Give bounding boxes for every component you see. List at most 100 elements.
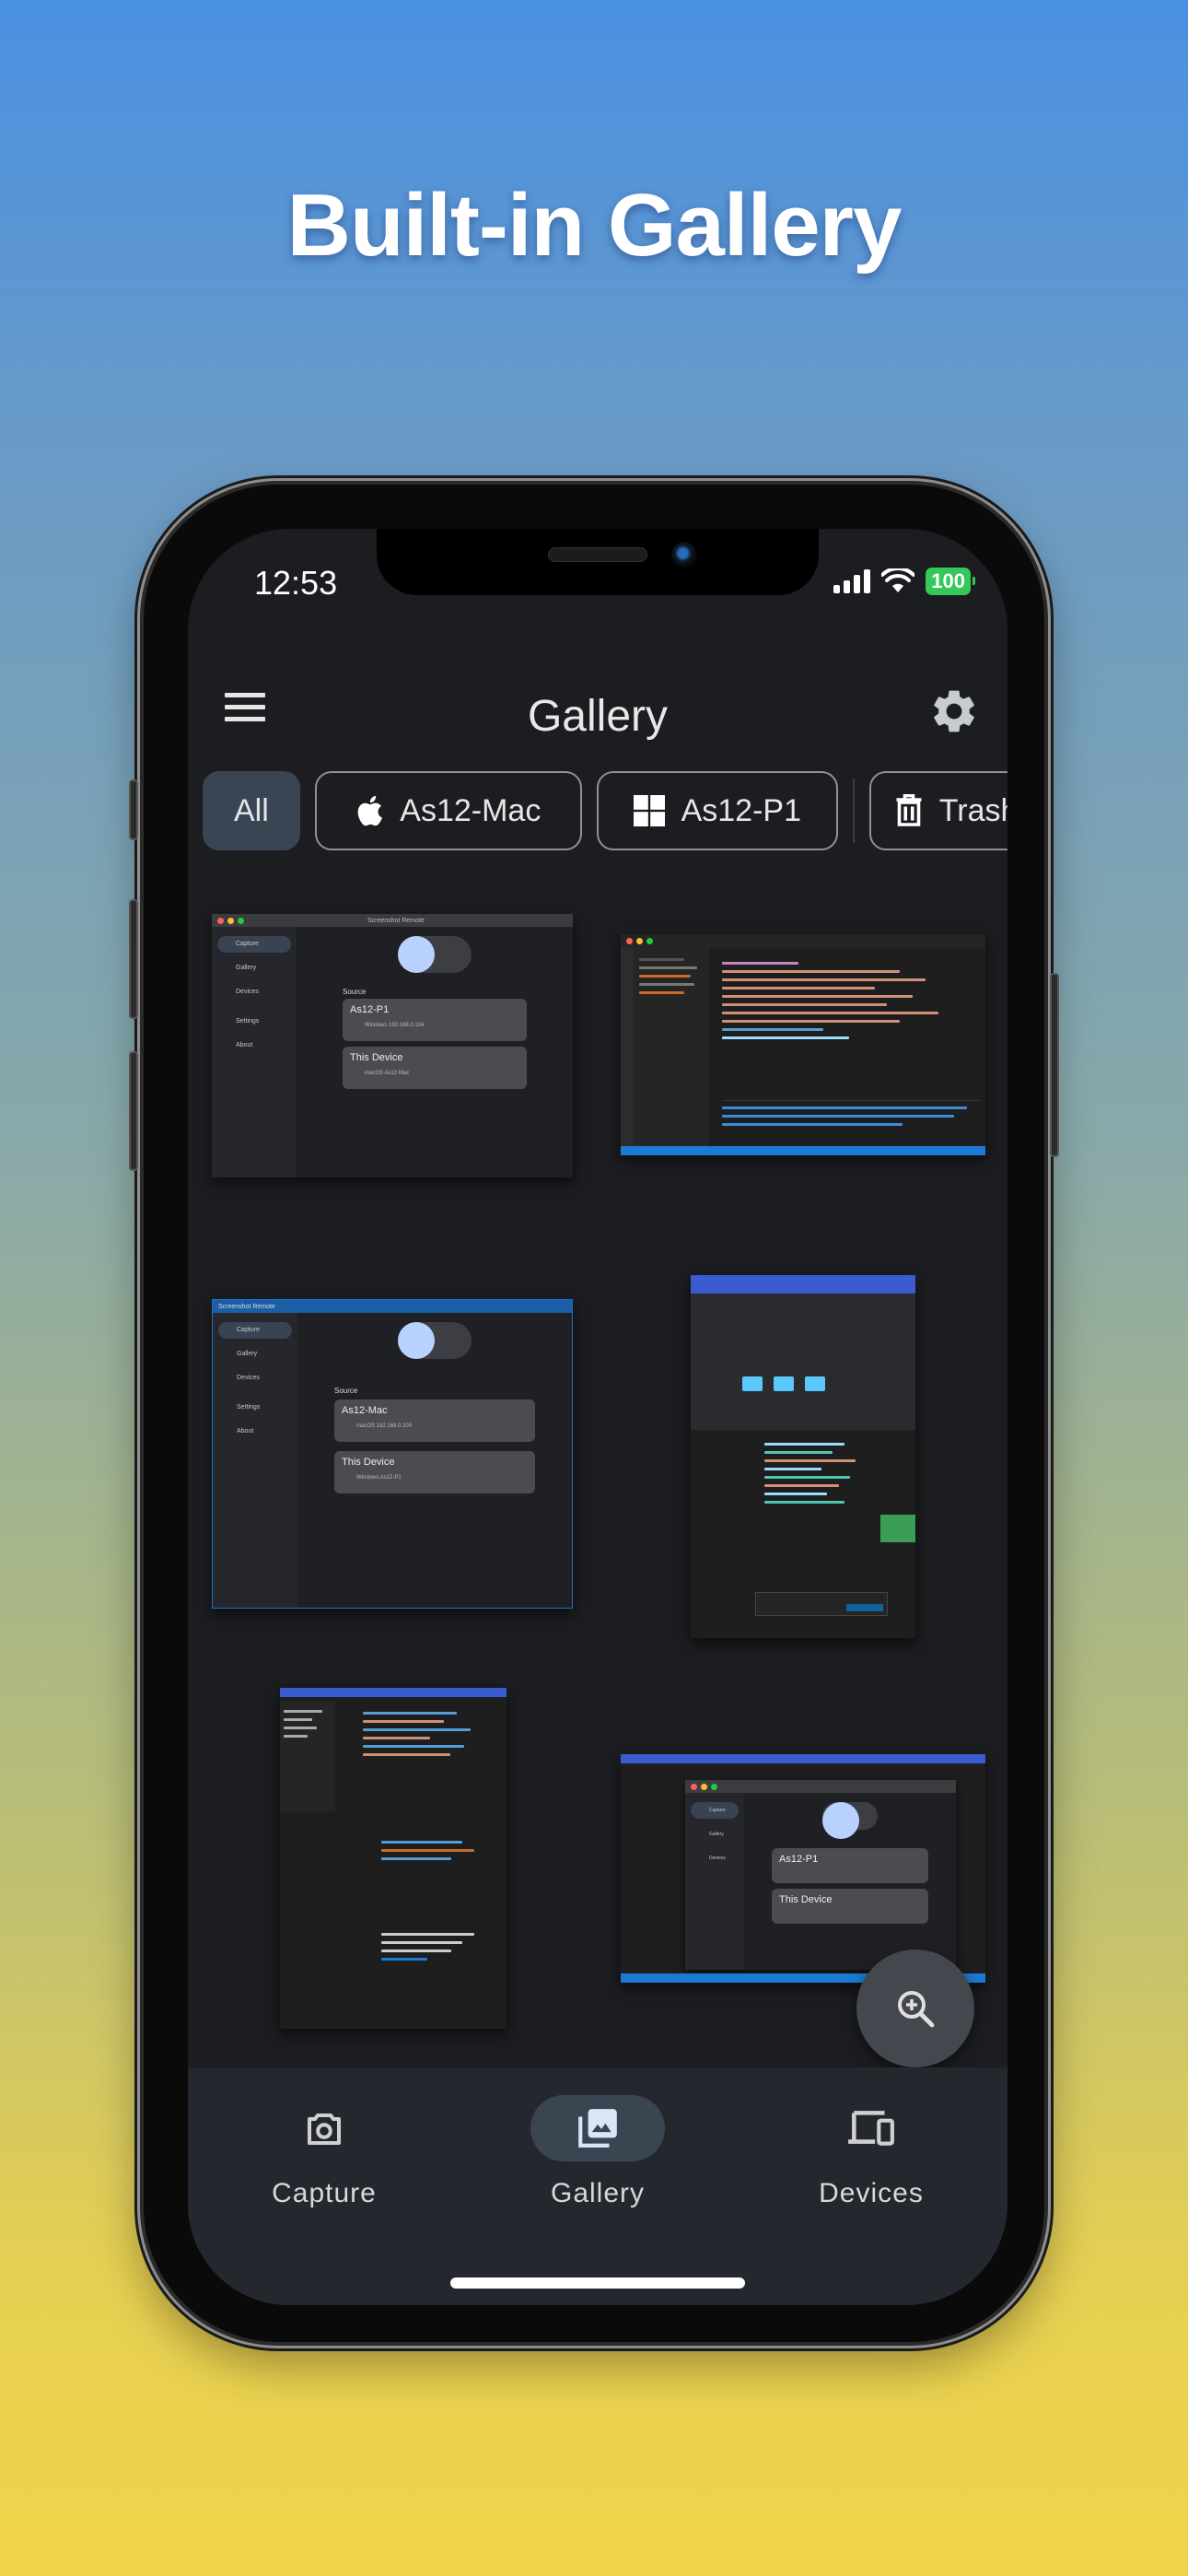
mini-main: Source As12-P1 Windows 192.168.0.104 Thi… [297, 927, 573, 1177]
speaker-grille [548, 547, 647, 562]
nav-label: Capture [272, 2178, 377, 2208]
filter-chip-as12-p1[interactable]: As12-P1 [596, 771, 838, 850]
source-card: This Device macOS As12-Mac [343, 1047, 527, 1089]
editor-statusbar [621, 1146, 985, 1155]
explorer-panel [280, 1701, 335, 1811]
filter-chip-as12-mac[interactable]: As12-Mac [314, 771, 582, 850]
source-card: As12-P1 Windows 192.168.0.104 [343, 999, 527, 1041]
source-label: Source [343, 988, 367, 996]
image-preview [880, 1515, 915, 1542]
volume-down-button [129, 1051, 138, 1171]
app-window: Capture Gallery Devices As12-P1 This Dev… [685, 1780, 956, 1970]
activity-bar [621, 947, 634, 1146]
debug-console [722, 1100, 980, 1141]
nav-label: Devices [819, 2178, 924, 2208]
window-title: Screenshot Remote [367, 917, 425, 924]
trash-icon [896, 794, 922, 826]
mini-sidebar: Capture Gallery Devices Settings About [213, 1313, 297, 1608]
mac-menubar [621, 1754, 985, 1763]
source-label: Source [334, 1387, 358, 1395]
mini-nav-gallery: Gallery [709, 1832, 724, 1837]
mute-switch [129, 779, 138, 840]
mini-main: Source As12-Mac macOS 192.168.0.100 This… [297, 1313, 572, 1608]
capture-mode-toggle [822, 1802, 878, 1839]
capture-mode-toggle [398, 936, 472, 973]
card-name: This Device [342, 1457, 395, 1468]
mini-nav-capture: Capture [691, 1802, 739, 1819]
mac-menubar [280, 1688, 507, 1697]
gallery-item[interactable]: Screenshot Remote Capture Gallery Device… [212, 914, 573, 1177]
front-camera [671, 542, 697, 568]
mac-menubar [691, 1275, 915, 1294]
windows-icon [633, 795, 665, 826]
bottom-navigation: Capture Gallery Devices [188, 2067, 1007, 2305]
notification-toast [755, 1592, 888, 1616]
source-card: This Device Windows As12-P1 [334, 1451, 535, 1493]
filter-chip-trash[interactable]: Trash [868, 771, 1007, 850]
zoom-in-icon [898, 1991, 935, 2028]
window-titlebar [621, 934, 985, 947]
home-indicator[interactable] [450, 2277, 745, 2289]
mini-nav-gallery: Gallery [236, 965, 257, 971]
devices-icon [848, 2111, 894, 2146]
mini-nav-about: About [237, 1428, 254, 1434]
status-icons: 100 [833, 568, 975, 595]
cellular-signal-icon [833, 569, 871, 593]
nav-label: Gallery [550, 2178, 646, 2208]
mini-nav-gallery: Gallery [237, 1351, 258, 1357]
battery-indicator: 100 [926, 568, 975, 595]
volume-up-button [129, 899, 138, 1019]
gallery-item[interactable] [280, 1688, 507, 2029]
card-name: As12-P1 [350, 1004, 390, 1015]
window-titlebar: Screenshot Remote [213, 1300, 572, 1313]
mini-nav-about: About [236, 1042, 253, 1048]
gear-icon[interactable] [928, 685, 980, 737]
camera-icon [308, 2113, 341, 2145]
nav-gallery[interactable]: Gallery [496, 2095, 699, 2209]
photo-library-icon [578, 2109, 617, 2148]
card-name: As12-Mac [342, 1405, 388, 1416]
window-title: Screenshot Remote [218, 1303, 275, 1310]
mini-nav-settings: Settings [237, 1404, 261, 1411]
promo-title: Built-in Gallery [286, 176, 903, 275]
chip-label: Trash [938, 792, 1007, 828]
gallery-item[interactable]: Capture Gallery Devices As12-P1 This Dev… [621, 1754, 985, 1983]
mini-main: As12-P1 This Device [744, 1793, 956, 1970]
mini-nav-devices: Devices [237, 1375, 260, 1381]
nav-capture[interactable]: Capture [223, 2095, 425, 2209]
mini-nav-capture: Capture [217, 936, 291, 953]
gallery-item[interactable] [621, 934, 985, 1155]
apple-icon [357, 795, 383, 826]
mini-sidebar: Capture Gallery Devices [685, 1793, 744, 1970]
search-panel [634, 947, 709, 1146]
zoom-in-button[interactable] [856, 1950, 974, 2067]
terminal [381, 1927, 497, 1966]
capture-mode-toggle [398, 1322, 472, 1359]
card-name: This Device [350, 1052, 403, 1063]
nav-devices[interactable]: Devices [770, 2095, 973, 2209]
window-titlebar [685, 1780, 956, 1793]
source-card: As12-Mac macOS 192.168.0.100 [334, 1399, 535, 1442]
notch [377, 529, 819, 595]
code-area [764, 1437, 879, 1509]
wifi-icon [881, 568, 915, 592]
code-area [722, 956, 976, 1095]
chip-divider [852, 779, 855, 843]
mini-nav-devices: Devices [709, 1856, 726, 1861]
power-button [1050, 973, 1059, 1157]
mini-sidebar: Capture Gallery Devices Settings About [212, 927, 297, 1177]
card-name: This Device [779, 1894, 833, 1905]
window-titlebar: Screenshot Remote [212, 914, 573, 927]
status-time: 12:53 [254, 564, 338, 602]
card-detail: macOS 192.168.0.100 [356, 1423, 413, 1429]
gallery-item[interactable]: Screenshot Remote Capture Gallery Device… [212, 1299, 573, 1609]
gallery-item[interactable] [691, 1275, 915, 1638]
chip-label: All [234, 792, 269, 828]
filter-chip-all[interactable]: All [203, 771, 300, 850]
device-filter-chips: All As12-Mac As12-P1 Trash [203, 770, 1007, 851]
app-bar: Gallery [188, 667, 1007, 759]
mini-nav-devices: Devices [236, 989, 259, 995]
finder-window [691, 1294, 915, 1430]
page-title: Gallery [527, 692, 669, 741]
code-area [363, 1706, 497, 1762]
